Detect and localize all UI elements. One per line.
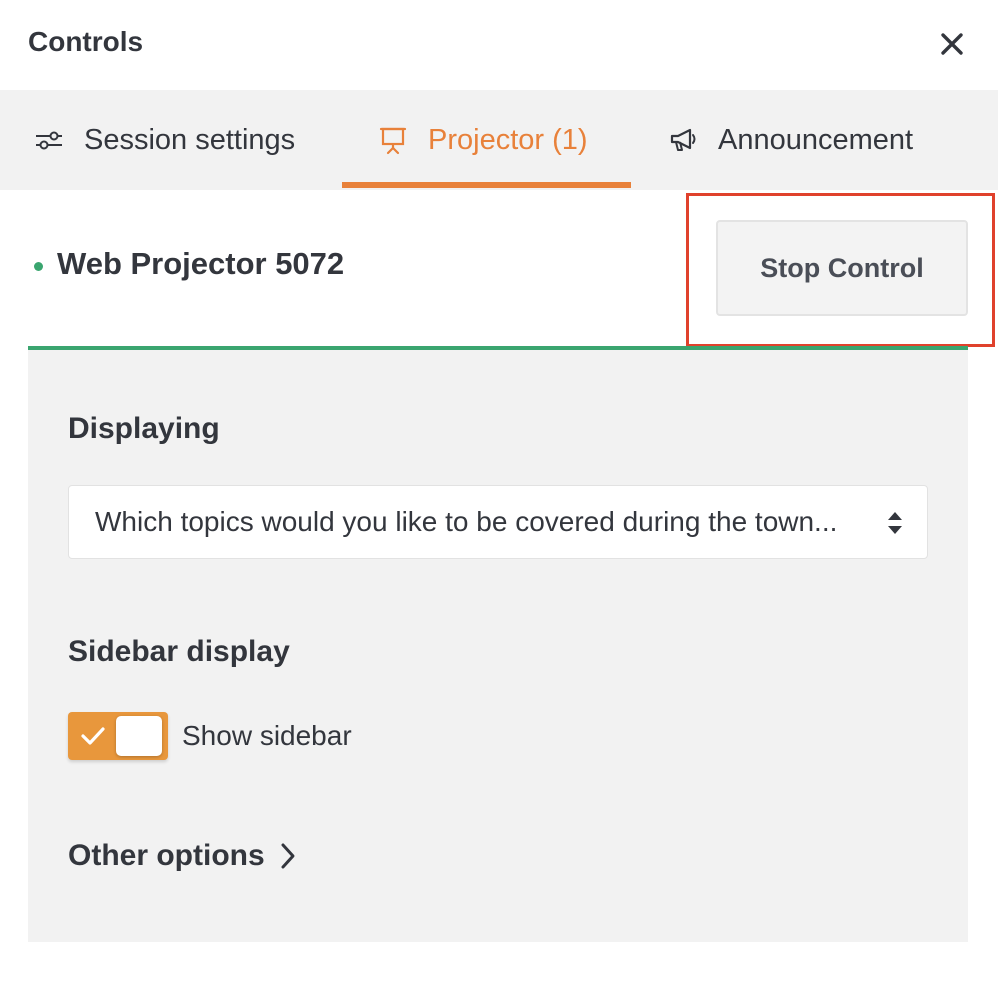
tab-projector[interactable]: Projector (1)	[378, 90, 588, 190]
tab-announcement[interactable]: Announcement	[668, 90, 913, 190]
close-button[interactable]	[930, 22, 974, 66]
close-icon	[941, 33, 963, 55]
megaphone-icon	[668, 126, 698, 154]
displaying-heading: Displaying	[68, 412, 220, 445]
active-tab-indicator	[342, 182, 631, 188]
projector-row: Web Projector 5072 Stop Control	[28, 190, 968, 348]
panel-title: Controls	[28, 26, 144, 57]
displaying-selected-value: Which topics would you like to be covere…	[95, 506, 838, 537]
sliders-icon	[34, 128, 64, 152]
show-sidebar-label: Show sidebar	[182, 720, 352, 751]
toggle-knob	[116, 716, 162, 756]
sidebar-display-heading: Sidebar display	[68, 635, 290, 668]
tab-label: Projector (1)	[428, 123, 588, 156]
tab-session-settings[interactable]: Session settings	[34, 90, 295, 190]
controls-header: Controls	[0, 0, 998, 90]
show-sidebar-toggle[interactable]	[68, 712, 168, 760]
check-icon	[81, 727, 105, 745]
stop-control-button[interactable]: Stop Control	[716, 220, 968, 316]
tab-label: Session settings	[84, 123, 296, 156]
tab-bar: Session settings Projector (1) Announcem…	[0, 90, 998, 190]
sort-caret-icon	[888, 512, 902, 534]
other-options-label: Other options	[68, 839, 265, 872]
tab-label: Announcement	[718, 123, 914, 156]
status-indicator	[34, 262, 43, 271]
projector-settings-panel: Displaying Which topics would you like t…	[28, 350, 968, 942]
other-options-link[interactable]: Other options	[68, 836, 297, 876]
displaying-select[interactable]: Which topics would you like to be covere…	[68, 485, 928, 559]
projector-icon	[378, 125, 408, 155]
projector-name: Web Projector 5072	[57, 246, 345, 281]
chevron-right-icon	[279, 842, 297, 870]
